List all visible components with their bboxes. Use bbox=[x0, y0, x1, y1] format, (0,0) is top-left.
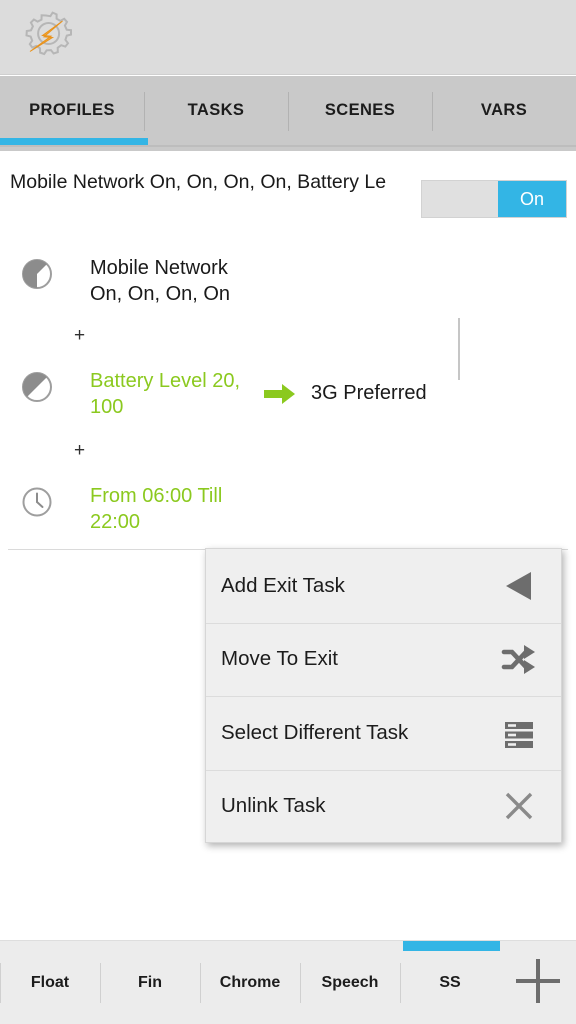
bottom-tab-fin[interactable]: Fin bbox=[100, 941, 200, 1024]
tab-profiles-label: PROFILES bbox=[29, 101, 115, 119]
profile-title: Mobile Network On, On, On, On, Battery L… bbox=[10, 171, 387, 193]
green-right-arrow-icon bbox=[264, 381, 296, 407]
action-bar bbox=[0, 0, 576, 75]
context-row-battery-level[interactable]: Battery Level 20, 100 bbox=[18, 368, 275, 420]
profile-enable-toggle[interactable]: On bbox=[421, 180, 567, 218]
tab-profiles[interactable]: PROFILES bbox=[0, 76, 144, 145]
tasker-gear-bolt-logo-icon[interactable] bbox=[18, 9, 74, 65]
menu-item-move-to-exit-label: Move To Exit bbox=[221, 647, 338, 671]
bottom-tab-chrome[interactable]: Chrome bbox=[200, 941, 300, 1024]
bottom-tab-fin-label: Fin bbox=[138, 974, 162, 991]
context-battery-level-text: Battery Level 20, 100 bbox=[90, 368, 275, 420]
bottom-tab-speech-label: Speech bbox=[321, 974, 379, 991]
bottom-tab-ss[interactable]: SS bbox=[400, 941, 500, 1024]
bottom-tab-selected-indicator bbox=[403, 941, 500, 951]
tab-scenes[interactable]: SCENES bbox=[288, 76, 432, 145]
clock-icon bbox=[18, 483, 56, 521]
menu-item-add-exit-task-label: Add Exit Task bbox=[221, 573, 345, 597]
top-tab-selected-indicator bbox=[0, 138, 148, 145]
profile-toggle-thumb: On bbox=[498, 181, 566, 217]
context-time-detail: 22:00 bbox=[90, 511, 141, 533]
top-tab-underline bbox=[0, 145, 576, 147]
context-row-time[interactable]: From 06:00 Till 22:00 bbox=[18, 483, 275, 535]
top-tab-bar: PROFILES TASKS SCENES VARS bbox=[0, 76, 576, 151]
tab-tasks-label: TASKS bbox=[187, 101, 245, 119]
bottom-tab-ss-label: SS bbox=[439, 974, 461, 991]
task-vertical-divider bbox=[458, 318, 460, 380]
bottom-tab-float[interactable]: Float bbox=[0, 941, 100, 1024]
context-joiner-plus-1: + bbox=[74, 325, 86, 346]
state-circle-icon bbox=[18, 255, 56, 293]
menu-item-add-exit-task[interactable]: Add Exit Task bbox=[206, 549, 561, 623]
plus-icon bbox=[508, 951, 568, 1016]
task-context-menu: Add Exit Task Move To Exit Select Differ… bbox=[205, 548, 562, 843]
tab-scenes-label: SCENES bbox=[324, 101, 396, 119]
context-battery-level-name: Battery Level 20, bbox=[90, 370, 241, 392]
context-mobile-network-text: Mobile Network On, On, On, On bbox=[90, 255, 275, 307]
context-mobile-network-name: Mobile Network bbox=[90, 257, 228, 279]
profile-toggle-state-label: On bbox=[519, 188, 544, 209]
menu-item-select-different-task-label: Select Different Task bbox=[221, 720, 409, 744]
context-row-mobile-network[interactable]: Mobile Network On, On, On, On bbox=[18, 255, 275, 307]
bottom-tab-bar: Float Fin Chrome Speech SS bbox=[0, 940, 576, 1024]
menu-item-unlink-task[interactable]: Unlink Task bbox=[206, 769, 561, 844]
left-triangle-icon bbox=[497, 564, 541, 608]
shuffle-icon bbox=[497, 637, 541, 681]
state-circle-icon bbox=[18, 368, 56, 406]
bottom-tab-chrome-label: Chrome bbox=[219, 974, 281, 991]
context-mobile-network-detail: On, On, On, On bbox=[90, 283, 231, 305]
close-x-icon bbox=[497, 784, 541, 828]
context-battery-level-detail: 100 bbox=[90, 396, 124, 418]
tab-vars[interactable]: VARS bbox=[432, 76, 576, 145]
menu-item-select-different-task[interactable]: Select Different Task bbox=[206, 696, 561, 770]
list-rows-icon bbox=[497, 711, 541, 755]
tab-tasks[interactable]: TASKS bbox=[144, 76, 288, 145]
bottom-tab-float-label: Float bbox=[30, 974, 70, 991]
bottom-tab-speech[interactable]: Speech bbox=[300, 941, 400, 1024]
menu-item-move-to-exit[interactable]: Move To Exit bbox=[206, 622, 561, 697]
linked-task-name[interactable]: 3G Preferred bbox=[311, 382, 427, 405]
tasker-app-screen: PROFILES TASKS SCENES VARS Mobile Networ… bbox=[0, 0, 576, 1024]
add-profile-button[interactable] bbox=[500, 941, 576, 1024]
context-time-text: From 06:00 Till 22:00 bbox=[90, 483, 275, 535]
tab-vars-label: VARS bbox=[480, 101, 528, 119]
context-joiner-plus-2: + bbox=[74, 440, 86, 461]
context-time-name: From 06:00 Till bbox=[90, 485, 223, 507]
menu-item-unlink-task-label: Unlink Task bbox=[221, 794, 326, 818]
